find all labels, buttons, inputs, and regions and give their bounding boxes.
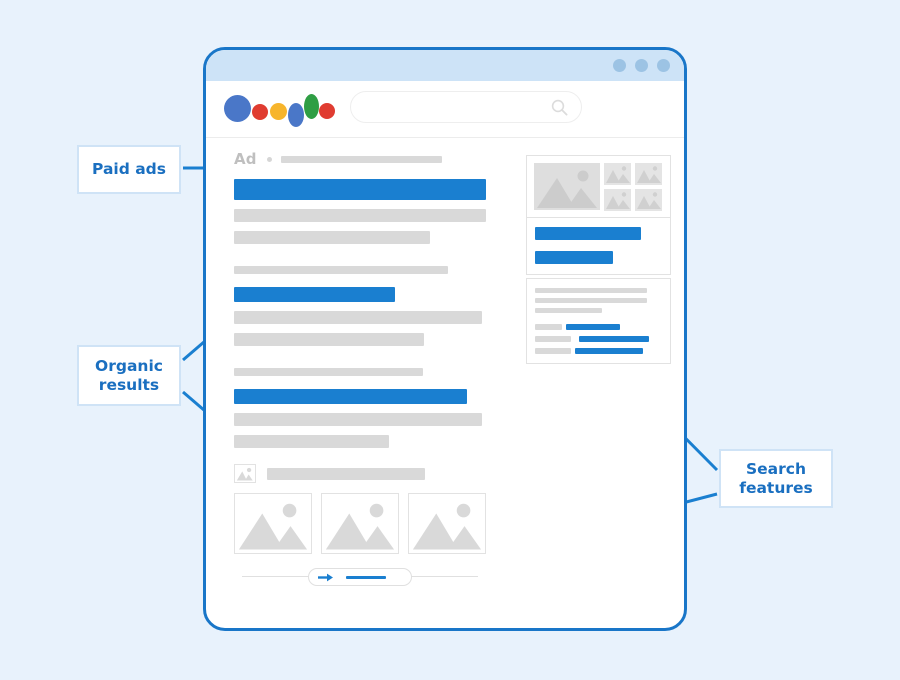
- logo-dot-blue-large: [224, 95, 251, 122]
- image-carousel[interactable]: [234, 464, 486, 586]
- kp-fact-row-2: [535, 336, 662, 342]
- organic-1-url: [234, 266, 448, 274]
- carousel-scrollbar[interactable]: [234, 568, 486, 586]
- search-header: [206, 81, 684, 138]
- callout-search-features-label: Search features: [739, 460, 813, 497]
- kp-image-small-3[interactable]: [604, 188, 631, 211]
- kp-facts-block: [526, 278, 671, 364]
- kp-description-line-3: [535, 308, 602, 313]
- logo-dot-yellow: [270, 103, 287, 120]
- result-spacer-1: [234, 253, 486, 266]
- ad-title-bar[interactable]: [234, 179, 486, 200]
- kp-fact-value-1[interactable]: [566, 324, 620, 330]
- kp-image-small-4[interactable]: [635, 188, 662, 211]
- logo-dot-blue-oval: [288, 103, 304, 127]
- carousel-cards: [234, 493, 486, 554]
- carousel-card-2[interactable]: [321, 493, 399, 554]
- kp-fact-value-2[interactable]: [579, 336, 649, 342]
- kp-description-line-1: [535, 288, 647, 293]
- kp-image-small-2[interactable]: [635, 163, 662, 185]
- callout-paid-ads: Paid ads: [77, 145, 181, 194]
- kp-description-line-2: [535, 298, 647, 303]
- kp-fact-row-3: [535, 348, 662, 354]
- kp-image-large[interactable]: [534, 163, 600, 210]
- scroll-handle-bar: [346, 575, 386, 579]
- kp-image-small-1[interactable]: [604, 163, 631, 185]
- scroll-handle[interactable]: [308, 568, 412, 586]
- organic-result-2[interactable]: [234, 368, 486, 448]
- ad-snippet-line-2: [234, 231, 430, 244]
- organic-1-snippet-line-1: [234, 311, 482, 324]
- carousel-card-3[interactable]: [408, 493, 486, 554]
- window-dot-3[interactable]: [657, 59, 670, 72]
- organic-2-url: [234, 368, 423, 376]
- carousel-header: [234, 464, 486, 483]
- kp-fact-label-1: [535, 324, 562, 330]
- callout-paid-ads-label: Paid ads: [92, 160, 166, 179]
- kp-title-1[interactable]: [535, 227, 641, 240]
- search-engine-logo[interactable]: [224, 89, 335, 129]
- kp-title-block: [526, 218, 671, 275]
- callout-features-line-2: features: [739, 478, 813, 497]
- diagram-canvas: Ad Paid ads Organic results Search featu…: [0, 0, 900, 680]
- carousel-header-bar: [267, 467, 425, 480]
- result-spacer-2: [234, 355, 486, 368]
- callout-search-features: Search features: [719, 449, 833, 508]
- logo-dot-red-2: [319, 103, 335, 119]
- organic-2-snippet-line-2: [234, 435, 389, 448]
- kp-fact-label-3: [535, 348, 571, 354]
- search-results-column: Ad: [234, 149, 486, 586]
- bullet-dot: [266, 156, 272, 162]
- image-placeholder-icon: [234, 464, 256, 483]
- kp-title-2[interactable]: [535, 251, 613, 264]
- logo-dot-green: [304, 94, 319, 119]
- organic-1-title-bar[interactable]: [234, 287, 395, 302]
- ad-url-placeholder: [280, 155, 442, 163]
- ad-snippet-line-1: [234, 209, 486, 222]
- kp-fact-row-1: [535, 324, 662, 330]
- browser-window: Ad: [203, 47, 687, 631]
- ad-badge: Ad: [234, 149, 257, 168]
- window-dot-2[interactable]: [635, 59, 648, 72]
- browser-titlebar: [206, 50, 684, 81]
- logo-dot-red-1: [252, 104, 268, 120]
- callout-organic-line-1: Organic: [95, 357, 163, 376]
- carousel-card-1[interactable]: [234, 493, 312, 554]
- kp-image-small-grid: [604, 163, 662, 211]
- callout-organic-results: Organic results: [77, 345, 181, 406]
- magnifier-icon: [551, 99, 568, 116]
- window-dot-1[interactable]: [613, 59, 626, 72]
- knowledge-panel[interactable]: [526, 155, 671, 364]
- organic-2-snippet-line-1: [234, 413, 482, 426]
- callout-organic-results-label: Organic results: [95, 357, 163, 394]
- kp-fact-value-3[interactable]: [575, 348, 643, 354]
- kp-image-gallery[interactable]: [526, 155, 671, 218]
- arrow-right-icon[interactable]: [318, 573, 333, 582]
- search-input[interactable]: [350, 91, 582, 123]
- window-controls: [613, 59, 670, 72]
- ad-url-row: Ad: [234, 149, 486, 168]
- kp-fact-label-2: [535, 336, 571, 342]
- callout-organic-line-2: results: [98, 375, 160, 394]
- organic-1-snippet-line-2: [234, 333, 424, 346]
- organic-2-title-bar[interactable]: [234, 389, 467, 404]
- ad-result[interactable]: Ad: [234, 149, 486, 244]
- callout-features-line-1: Search: [745, 460, 806, 479]
- organic-result-1[interactable]: [234, 266, 486, 346]
